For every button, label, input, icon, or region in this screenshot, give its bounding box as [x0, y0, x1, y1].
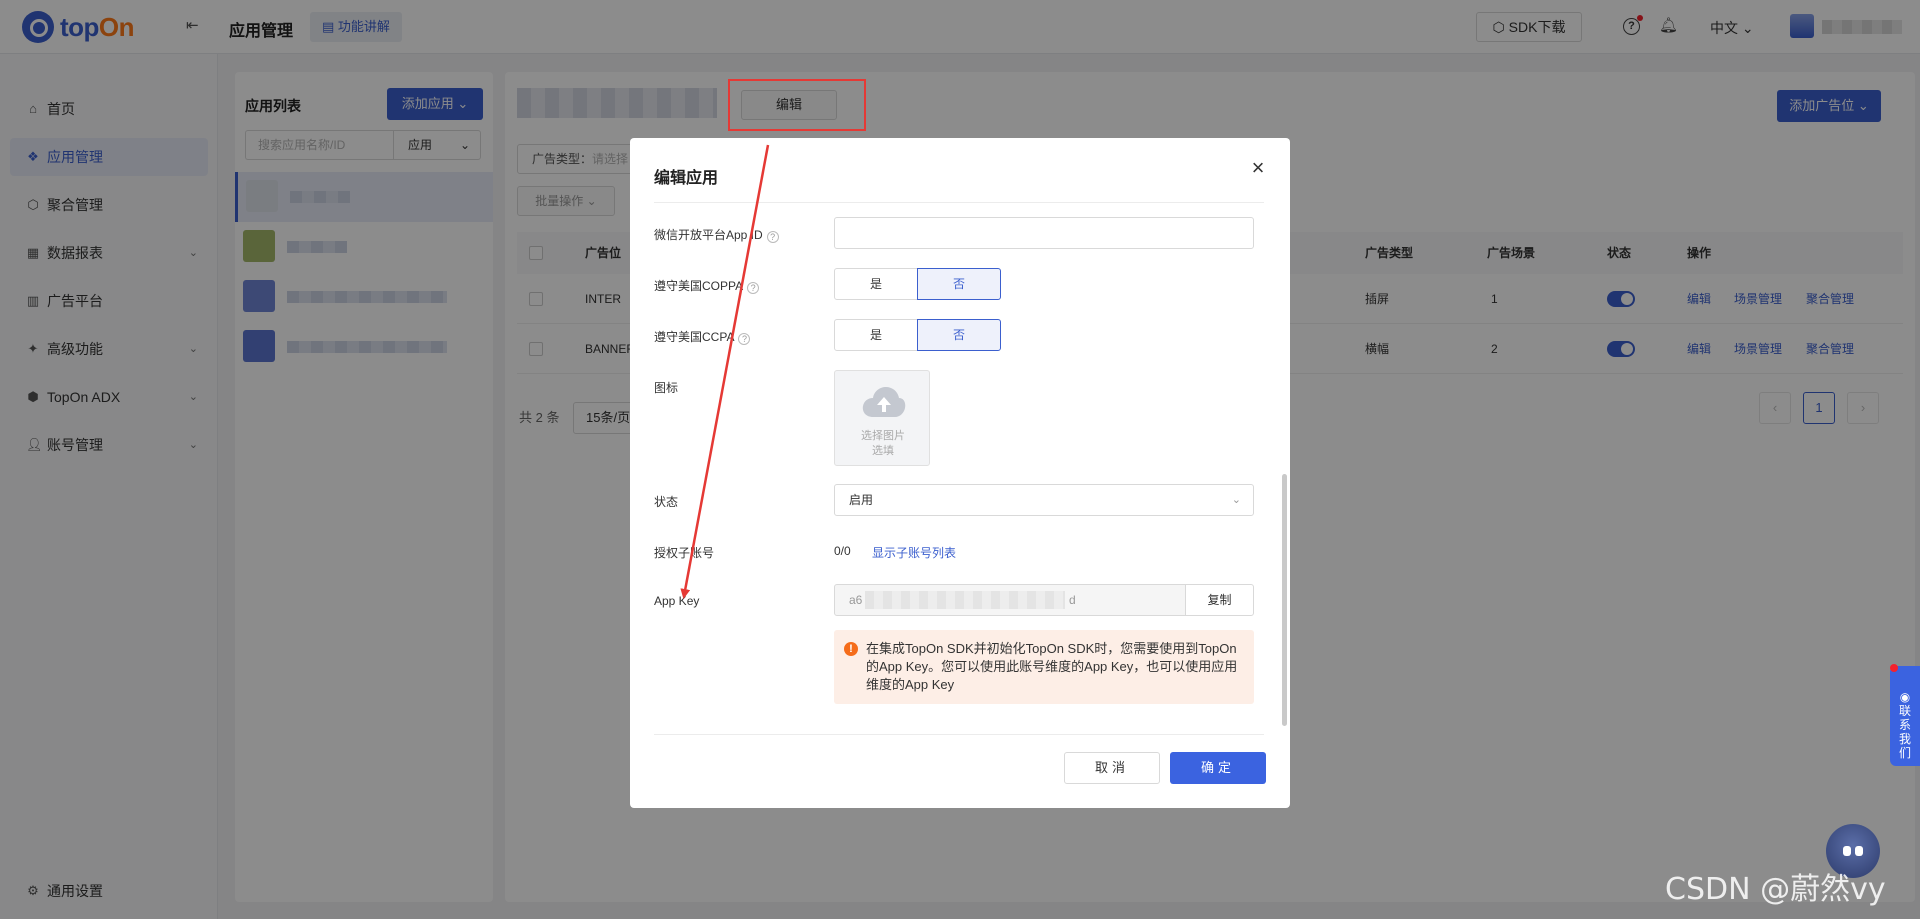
- appkey-notice: ! 在集成TopOn SDK并初始化TopOn SDK时，您需要使用到TopOn…: [834, 630, 1254, 704]
- cloud-upload-icon: [862, 387, 906, 417]
- ccpa-yes-option[interactable]: 是: [834, 319, 918, 351]
- warning-icon: !: [844, 642, 858, 656]
- wechat-appid-input[interactable]: [834, 217, 1254, 249]
- dialog-title: 编辑应用: [654, 170, 719, 187]
- coppa-no-option[interactable]: 否: [917, 268, 1001, 300]
- upload-hint-line: 选填: [872, 445, 894, 457]
- chat-icon: ◉: [1899, 690, 1911, 704]
- contact-us-label: 联系我们: [1898, 704, 1911, 760]
- wechat-appid-label-text: 微信开放平台App ID: [654, 228, 763, 242]
- robot-eye: [1855, 846, 1863, 856]
- coppa-label: 遵守美国COPPA?: [654, 277, 760, 294]
- watermark: CSDN @蔚然vy: [1665, 872, 1886, 907]
- show-sub-account-list-link[interactable]: 显示子账号列表: [872, 544, 956, 561]
- status-select-value: 启用: [849, 493, 874, 507]
- upload-hint: 选择图片 选填: [835, 429, 931, 459]
- edit-app-dialog: 编辑应用 × 微信开放平台App ID? 遵守美国COPPA? 是 否 遵守美国…: [630, 138, 1290, 808]
- dialog-scrollbar[interactable]: [1282, 474, 1287, 726]
- upload-hint-line: 选择图片: [861, 430, 905, 442]
- close-icon[interactable]: ×: [1247, 157, 1269, 179]
- appkey-field[interactable]: a6 d: [834, 584, 1186, 616]
- divider: [654, 734, 1264, 735]
- ccpa-label: 遵守美国CCPA?: [654, 328, 751, 345]
- annotation-highlight-box: [728, 79, 866, 131]
- appkey-start: a6: [849, 593, 863, 607]
- ccpa-label-text: 遵守美国CCPA: [654, 330, 735, 344]
- sub-account-label: 授权子账号: [654, 546, 715, 560]
- question-icon[interactable]: ?: [738, 333, 751, 345]
- question-icon[interactable]: ?: [766, 231, 779, 243]
- appkey-label: App Key: [654, 594, 700, 608]
- appkey-end: d: [1069, 593, 1076, 607]
- sub-account-count: 0/0: [834, 544, 851, 558]
- robot-eye: [1843, 846, 1851, 856]
- coppa-label-text: 遵守美国COPPA: [654, 279, 744, 293]
- notice-text: 在集成TopOn SDK并初始化TopOn SDK时，您需要使用到TopOn的A…: [866, 641, 1238, 692]
- cancel-button[interactable]: 取消: [1064, 752, 1160, 784]
- coppa-yes-option[interactable]: 是: [834, 268, 918, 300]
- contact-us-tab[interactable]: ◉ 联系我们: [1890, 664, 1920, 766]
- ccpa-radio-group: 是 否: [834, 319, 1001, 351]
- icon-label: 图标: [654, 381, 679, 395]
- status-select[interactable]: 启用 ⌄: [834, 484, 1254, 516]
- copy-button[interactable]: 复制: [1185, 584, 1254, 616]
- coppa-radio-group: 是 否: [834, 268, 1001, 300]
- ccpa-no-option[interactable]: 否: [917, 319, 1001, 351]
- status-label: 状态: [654, 495, 679, 509]
- icon-upload[interactable]: 选择图片 选填: [834, 370, 930, 466]
- wechat-appid-label: 微信开放平台App ID?: [654, 226, 779, 243]
- question-icon[interactable]: ?: [747, 282, 760, 294]
- appkey-redacted: [865, 591, 1065, 609]
- divider: [654, 202, 1264, 203]
- confirm-button[interactable]: 确定: [1170, 752, 1266, 784]
- chevron-down-icon: ⌄: [1231, 494, 1241, 506]
